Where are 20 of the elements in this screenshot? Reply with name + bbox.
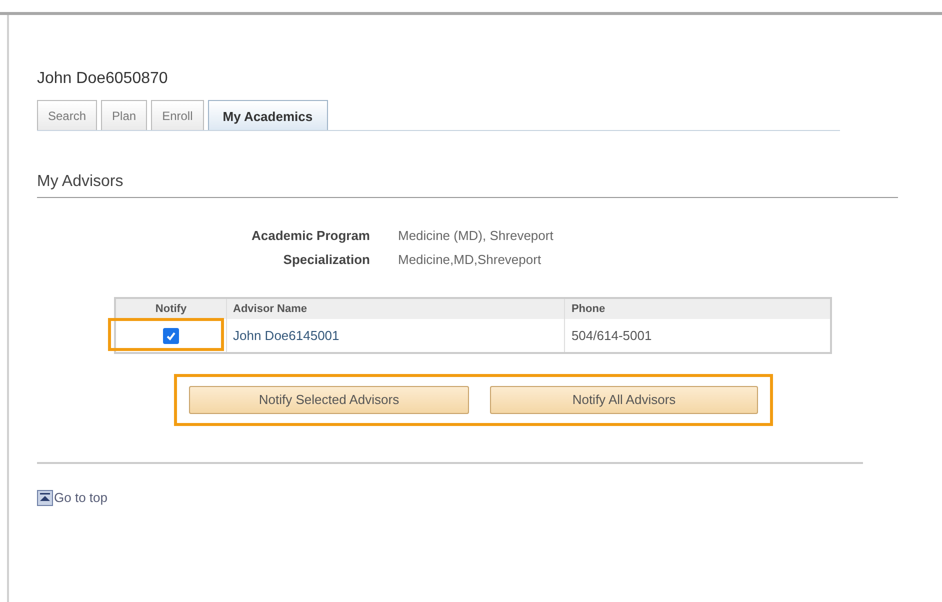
phone-cell: 504/614-5001 — [564, 319, 831, 353]
checkmark-icon — [165, 330, 177, 342]
student-name: John Doe6050870 — [37, 70, 169, 88]
column-header: Advisor Name — [226, 298, 565, 319]
field-value: Medicine (MD), Shreveport — [398, 228, 554, 243]
notify-button[interactable]: Notify Selected Advisors — [189, 386, 469, 414]
advisor-name: John Doe6145001 — [226, 319, 565, 353]
tab[interactable]: My Academics — [208, 100, 328, 130]
column-header: Notify — [115, 298, 226, 319]
go-to-top-link[interactable]: Go to top — [37, 490, 108, 506]
tab[interactable]: Search — [37, 100, 98, 130]
tab[interactable]: Plan — [101, 100, 148, 130]
checkbox[interactable] — [163, 328, 179, 344]
notify-button[interactable]: Notify All Advisors — [490, 386, 758, 414]
tab[interactable]: Enroll — [151, 100, 204, 130]
column-header: Phone — [564, 298, 831, 319]
field-label: Academic Program — [250, 228, 370, 243]
field-value: Medicine,MD,Shreveport — [398, 252, 542, 267]
field-label: Specialization — [282, 252, 370, 267]
section-title: My Advisors — [37, 173, 898, 198]
